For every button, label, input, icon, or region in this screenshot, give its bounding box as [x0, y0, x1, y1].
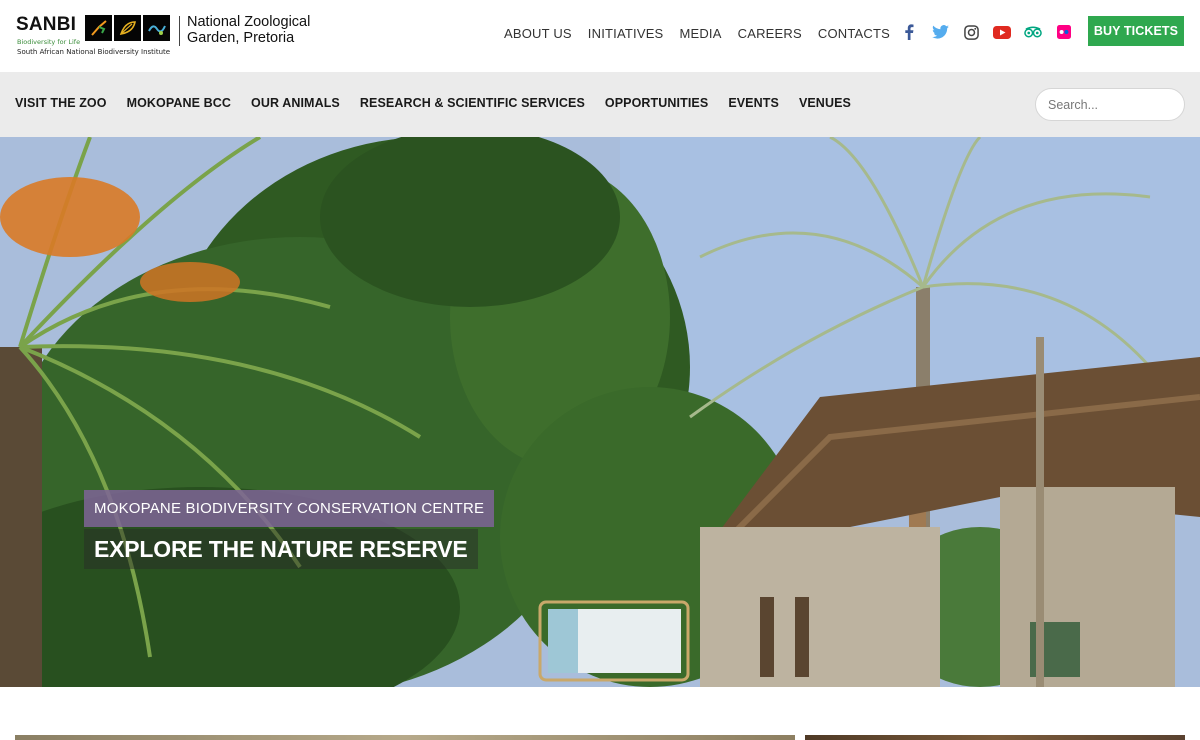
top-nav: ABOUT US INITIATIVES MEDIA CAREERS CONTA…: [504, 26, 890, 41]
main-nav: VISIT THE ZOO MOKOPANE BCC OUR ANIMALS R…: [0, 72, 1200, 137]
main-nav-our-animals[interactable]: OUR ANIMALS: [251, 96, 340, 110]
feature-cards: [0, 687, 1200, 740]
zoo-name: National Zoological Garden, Pretoria: [187, 14, 311, 46]
flickr-icon[interactable]: [1055, 23, 1073, 41]
sanbi-logo[interactable]: SANBI Biodiversity for Life South Africa…: [16, 12, 326, 60]
main-nav-events[interactable]: EVENTS: [728, 96, 779, 110]
feature-card-image[interactable]: [805, 735, 1185, 740]
hero-banner[interactable]: MOKOPANE BIODIVERSITY CONSERVATION CENTR…: [0, 137, 1200, 687]
zoo-name-line2: Garden, Pretoria: [187, 29, 295, 46]
logo-institute: South African National Biodiversity Inst…: [17, 48, 171, 56]
logo-divider: [179, 16, 180, 46]
site-header: SANBI Biodiversity for Life South Africa…: [0, 0, 1200, 72]
social-links: [900, 23, 1073, 41]
main-nav-visit-the-zoo[interactable]: VISIT THE ZOO: [15, 96, 107, 110]
instagram-icon[interactable]: [962, 23, 980, 41]
facebook-icon[interactable]: [900, 23, 918, 41]
buy-tickets-button[interactable]: BUY TICKETS: [1088, 16, 1184, 46]
wave-icon: [143, 15, 170, 41]
main-nav-opportunities[interactable]: OPPORTUNITIES: [605, 96, 708, 110]
search-input[interactable]: [1035, 88, 1185, 121]
top-nav-careers[interactable]: CAREERS: [738, 26, 802, 41]
bird-of-paradise-icon: [85, 15, 112, 41]
leaf-icon: [114, 15, 141, 41]
main-nav-venues[interactable]: VENUES: [799, 96, 851, 110]
top-nav-contacts[interactable]: CONTACTS: [818, 26, 890, 41]
feature-card-image[interactable]: [15, 735, 795, 740]
hero-image: [0, 137, 1200, 687]
top-nav-initiatives[interactable]: INITIATIVES: [588, 26, 664, 41]
logo-brand: SANBI: [16, 14, 77, 35]
main-nav-research[interactable]: RESEARCH & SCIENTIFIC SERVICES: [360, 96, 585, 110]
top-nav-about-us[interactable]: ABOUT US: [504, 26, 572, 41]
top-nav-media[interactable]: MEDIA: [679, 26, 721, 41]
logo-icon-tiles: [85, 15, 170, 41]
twitter-icon[interactable]: [931, 23, 949, 41]
hero-subtitle: MOKOPANE BIODIVERSITY CONSERVATION CENTR…: [84, 490, 495, 527]
tripadvisor-icon[interactable]: [1024, 23, 1042, 41]
main-nav-mokopane-bcc[interactable]: MOKOPANE BCC: [127, 96, 231, 110]
hero-title[interactable]: EXPLORE THE NATURE RESERVE: [84, 529, 478, 569]
logo-tagline: Biodiversity for Life: [17, 38, 81, 46]
youtube-icon[interactable]: [993, 23, 1011, 41]
zoo-name-line1: National Zoological: [187, 14, 311, 30]
